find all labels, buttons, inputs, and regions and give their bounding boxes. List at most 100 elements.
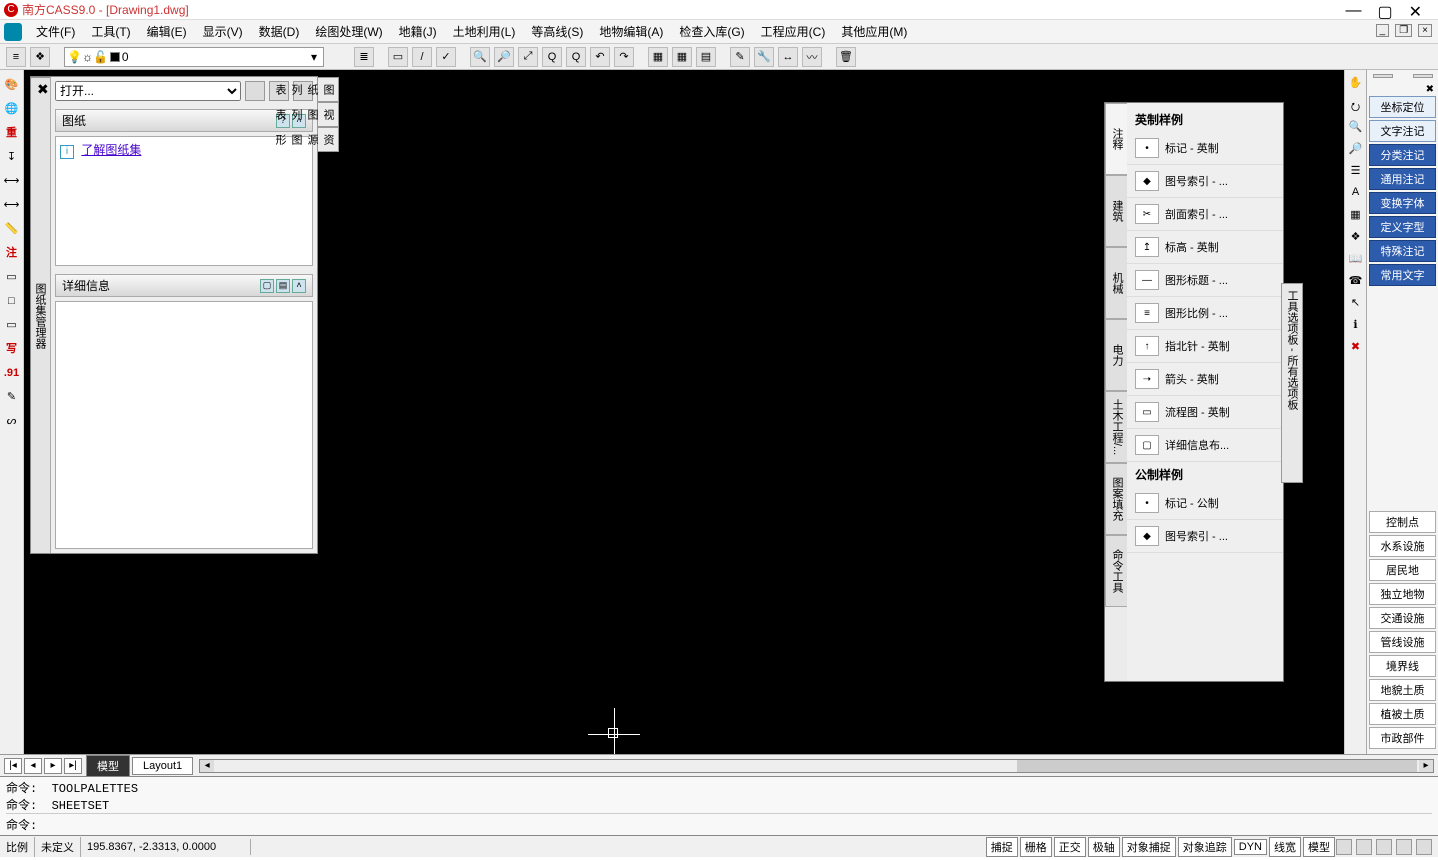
curve-icon[interactable]: ᔕ [3,412,21,430]
tp-tab-electric[interactable]: 电力 [1105,319,1127,391]
rp-define-style[interactable]: 定义字型 [1369,216,1436,238]
cursor-icon[interactable]: ↖ [1347,296,1365,314]
tp-item[interactable]: •标记 - 英制 [1127,132,1283,165]
rp-generic-annot[interactable]: 通用注记 [1369,168,1436,190]
trash-icon[interactable]: 🗑 [836,47,856,67]
scroll-right-icon[interactable]: ▸ [1419,760,1433,772]
tp-item[interactable]: ≡图形比例 - ... [1127,297,1283,330]
zoom-out-icon[interactable]: 🔎 [494,47,514,67]
grid2-icon[interactable]: ▦ [1347,208,1365,226]
tp-tab-annotation[interactable]: 注释 [1105,103,1127,175]
maximize-button[interactable]: ▢ [1377,2,1392,22]
line-icon[interactable]: / [412,47,432,67]
rp-municipal[interactable]: 市政部件 [1369,727,1436,749]
check-icon[interactable]: ✓ [436,47,456,67]
text-icon[interactable]: A [1347,186,1365,204]
layers2-icon[interactable]: ❖ [1347,230,1365,248]
menu-contour[interactable]: 等高线(S) [523,21,591,42]
ruler-vt-icon[interactable]: ⟷ [3,196,21,214]
rp-landform[interactable]: 地貌土质 [1369,679,1436,701]
tab-first-button[interactable]: |◂ [4,758,22,774]
menu-file[interactable]: 文件(F) [28,21,83,42]
rp-common-text[interactable]: 常用文字 [1369,264,1436,286]
menu-feature-edit[interactable]: 地物编辑(A) [591,21,671,42]
rect-icon[interactable]: ▭ [3,268,21,286]
book-icon[interactable]: 📖 [1347,252,1365,270]
tp-tab-building[interactable]: 建筑 [1105,175,1127,247]
char-xie-icon[interactable]: 写 [3,340,21,358]
info2-icon[interactable]: ℹ [1347,318,1365,336]
toggle-polar[interactable]: 极轴 [1088,837,1120,857]
palette-icon[interactable]: 🎨 [3,76,21,94]
tab-layout1[interactable]: Layout1 [132,757,193,775]
ruler-hz-icon[interactable]: ⟷ [3,172,21,190]
num91-icon[interactable]: .91 [3,364,21,382]
edit-icon[interactable]: ✎ [3,388,21,406]
status-icon-2[interactable] [1356,839,1372,855]
menu-view[interactable]: 显示(V) [195,21,251,42]
h-scrollbar[interactable]: ◂ ▸ [199,759,1434,773]
tp-item[interactable]: ↥标高 - 英制 [1127,231,1283,264]
menu-check[interactable]: 检查入库(G) [671,21,752,42]
mdi-close-button[interactable]: × [1418,24,1432,37]
calc-icon[interactable]: ▤ [696,47,716,67]
sheetset-open-dropdown[interactable]: 打开... [55,81,241,101]
tab-next-button[interactable]: ▸ [44,758,62,774]
rp-water[interactable]: 水系设施 [1369,535,1436,557]
tp-item[interactable]: ↑指北针 - 英制 [1127,330,1283,363]
rp-special-annot[interactable]: 特殊注记 [1369,240,1436,262]
panel-grip[interactable] [1369,74,1436,82]
tp-tab-hatch[interactable]: 图案填充 [1105,463,1127,535]
zoom-center-icon[interactable]: Q [566,47,586,67]
layers-stack-icon[interactable]: ❖ [30,47,50,67]
list-icon[interactable]: ☰ [1347,164,1365,182]
sheetset-tab-resource[interactable]: 资源图形 [317,127,339,152]
sheetset-close-icon[interactable]: ✖ [37,81,49,98]
menu-draw[interactable]: 绘图处理(W) [307,21,390,42]
sheetset-drawings-body[interactable]: i 了解图纸集 [55,136,313,266]
search2-icon[interactable]: 🔎 [1347,142,1365,160]
tp-item[interactable]: •标记 - 公制 [1127,487,1283,520]
tp-item[interactable]: ◆图号索引 - ... [1127,520,1283,553]
minimize-button[interactable]: ― [1345,2,1361,22]
rp-residence[interactable]: 居民地 [1369,559,1436,581]
toggle-model[interactable]: 模型 [1303,837,1335,857]
toggle-osnap[interactable]: 对象捕捉 [1122,837,1176,857]
menu-engineering[interactable]: 工程应用(C) [753,21,834,42]
close-button[interactable]: ✕ [1409,2,1422,22]
rp-text-annot[interactable]: 文字注记 [1369,120,1436,142]
brush-icon[interactable]: ✎ [730,47,750,67]
sheetset-btn-1[interactable] [245,81,265,101]
toolpalette-close-icon[interactable]: ✖ [1291,105,1303,122]
layer-dropdown[interactable]: 💡 ☼ 🔓 0 ▾ [64,47,324,67]
menu-landuse[interactable]: 土地利用(L) [445,21,524,42]
scroll-left-icon[interactable]: ◂ [200,760,214,772]
layers-icon[interactable]: ≡ [6,47,26,67]
red-label-icon[interactable]: 重 [3,124,21,142]
tp-item[interactable]: ▢详细信息布... [1127,429,1283,462]
rect2-icon[interactable]: ▭ [3,316,21,334]
zoom-in-icon[interactable]: 🔍 [470,47,490,67]
detail-list-icon[interactable]: ▤ [276,279,290,293]
tp-tab-command[interactable]: 命令工具 [1105,535,1127,607]
scroll-thumb[interactable] [1017,760,1417,772]
detail-collapse-icon[interactable]: ˄ [292,279,306,293]
delete-icon[interactable]: ✖ [1347,340,1365,358]
table-icon[interactable]: ▦ [648,47,668,67]
toggle-lwt[interactable]: 线宽 [1269,837,1301,857]
toggle-otrack[interactable]: 对象追踪 [1178,837,1232,857]
tab-last-button[interactable]: ▸| [64,758,82,774]
tp-tab-civil[interactable]: 土木工程/... [1105,391,1127,463]
zoom-window-icon[interactable]: ▭ [388,47,408,67]
panel-close-icon[interactable]: ✖ [1369,84,1436,95]
menu-edit[interactable]: 编辑(E) [139,21,195,42]
rp-traffic[interactable]: 交通设施 [1369,607,1436,629]
rp-vegetation[interactable]: 植被土质 [1369,703,1436,725]
status-icon-5[interactable] [1416,839,1432,855]
menu-cadastre[interactable]: 地籍(J) [391,21,445,42]
detail-view-icon[interactable]: ▢ [260,279,274,293]
toggle-grid[interactable]: 栅格 [1020,837,1052,857]
menu-other[interactable]: 其他应用(M) [833,21,915,42]
app-menu-icon[interactable] [4,23,22,41]
tab-prev-button[interactable]: ◂ [24,758,42,774]
